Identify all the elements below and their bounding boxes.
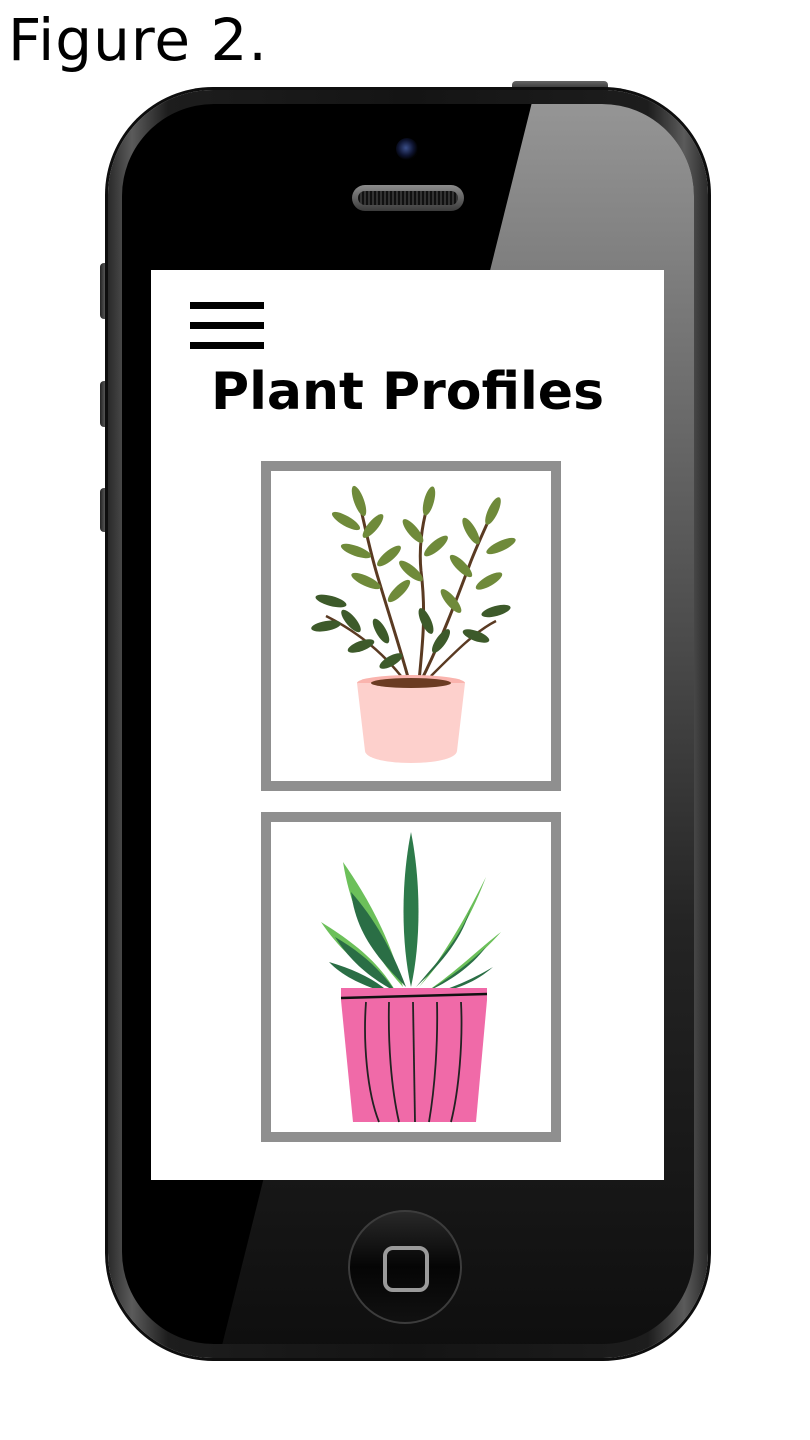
plant-card-2[interactable] (261, 812, 561, 1142)
aloe-plant-pink-pot-icon (321, 832, 501, 1123)
page-title: Plant Profiles (210, 362, 605, 422)
figure-caption: Figure 2. (8, 6, 268, 74)
hamburger-menu-icon[interactable] (190, 302, 264, 354)
plant-card-1[interactable] (261, 461, 561, 791)
home-square-icon (383, 1246, 429, 1292)
home-button[interactable] (348, 1210, 462, 1324)
leafy-plant-pink-pot-icon (311, 485, 516, 763)
app-screen: Plant Profiles (151, 270, 664, 1180)
earpiece-speaker (352, 185, 464, 211)
front-camera-icon (396, 138, 418, 160)
